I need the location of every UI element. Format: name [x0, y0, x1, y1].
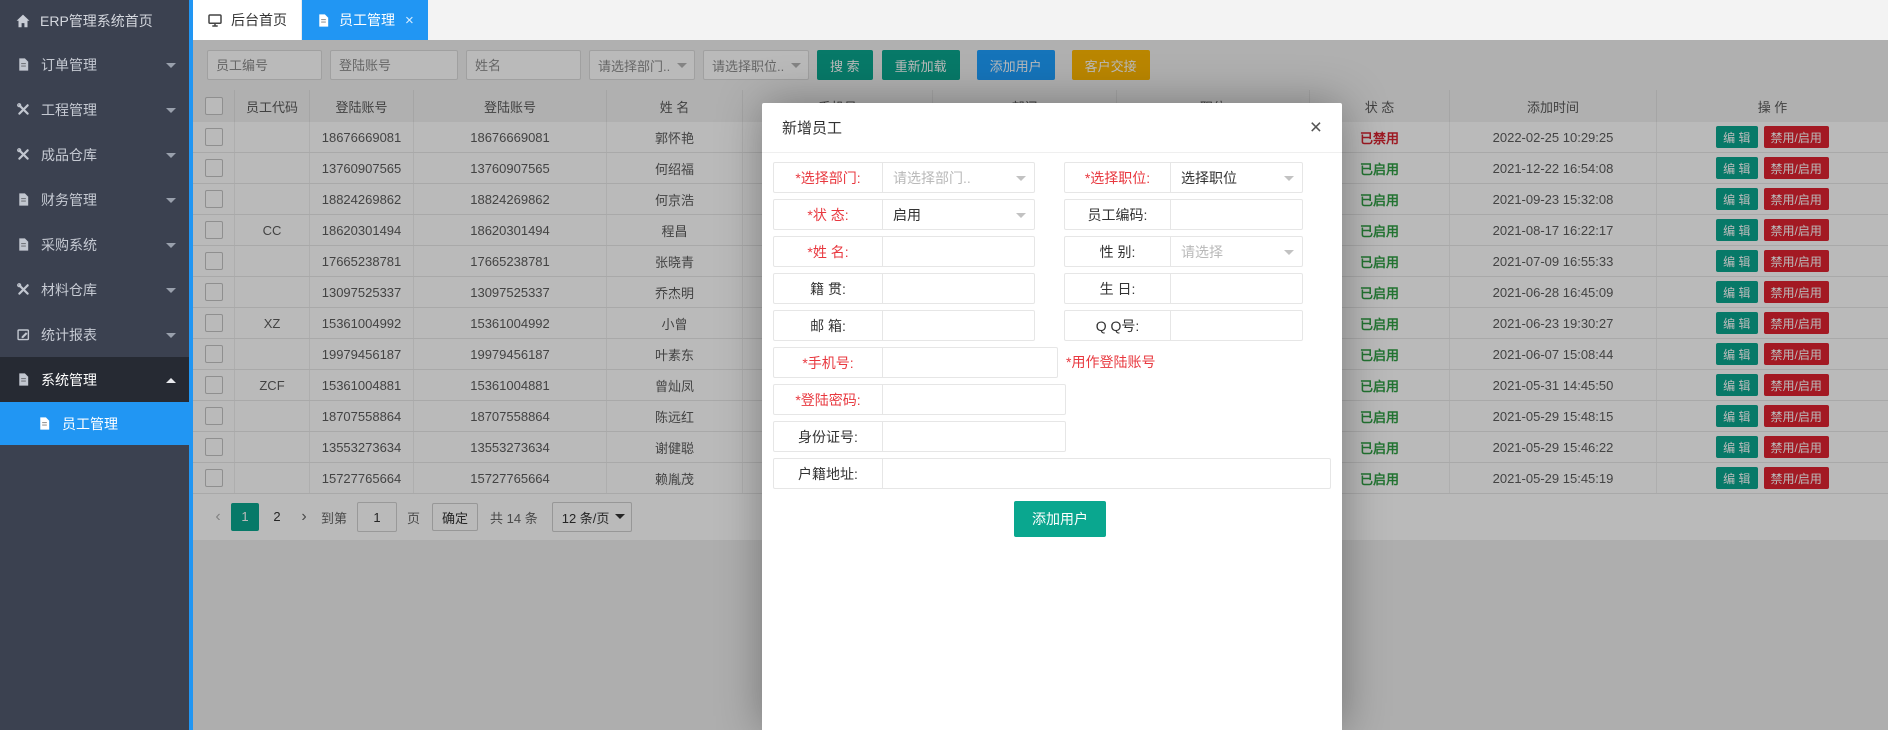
sidebar-item-2[interactable]: 成品仓库	[0, 132, 189, 177]
chevron-down-icon	[166, 62, 176, 73]
modal-native-field	[882, 273, 1035, 304]
tab-employee-label: 员工管理	[339, 12, 395, 28]
document-icon	[16, 57, 31, 72]
modal-add-user-button[interactable]: 添加用户	[1014, 501, 1106, 537]
sidebar-item-label: 统计报表	[41, 326, 97, 343]
chevron-down-icon	[1016, 213, 1026, 223]
tab-home-label: 后台首页	[231, 12, 287, 28]
sidebar-item-label: 系统管理	[41, 371, 97, 388]
add-employee-modal: 新增员工 × *选择部门: 请选择部门.. *选择职位: 选择职位 *状 态:	[762, 103, 1342, 730]
emp-code-input[interactable]	[1181, 199, 1302, 230]
status-field-label: *状 态:	[773, 199, 883, 230]
modal-birthday-field	[1170, 273, 1303, 304]
email-field-label: 邮 箱:	[773, 310, 883, 341]
sidebar: ERP管理系统首页 订单管理工程管理成品仓库财务管理采购系统材料仓库统计报表系统…	[0, 0, 189, 730]
chevron-down-icon	[1284, 250, 1294, 260]
password-field-label: *登陆密码:	[773, 384, 883, 415]
chevron-down-icon	[166, 287, 176, 298]
modal-qq-field	[1170, 310, 1303, 341]
sidebar-logo[interactable]: ERP管理系统首页	[0, 0, 189, 42]
chevron-down-icon	[166, 197, 176, 208]
edit-icon	[16, 327, 31, 342]
birthday-field-label: 生 日:	[1064, 273, 1171, 304]
document-icon	[37, 416, 52, 431]
sidebar-item-1[interactable]: 工程管理	[0, 87, 189, 132]
sidebar-item-label: 订单管理	[41, 56, 97, 73]
name-field-label: *姓 名:	[773, 236, 883, 267]
sidebar-item-4[interactable]: 采购系统	[0, 222, 189, 267]
password-input[interactable]	[893, 384, 1065, 415]
chevron-down-icon	[166, 332, 176, 343]
tab-bar: 后台首页 员工管理 ×	[193, 0, 1888, 40]
modal-name-input[interactable]	[893, 236, 1034, 267]
modal-password-field	[882, 384, 1066, 415]
modal-body: *选择部门: 请选择部门.. *选择职位: 选择职位 *状 态: 启用 员工编码…	[762, 153, 1342, 537]
sidebar-logo-label: ERP管理系统首页	[40, 13, 153, 29]
app-root: ERP管理系统首页 订单管理工程管理成品仓库财务管理采购系统材料仓库统计报表系统…	[0, 0, 1888, 730]
modal-phone-field	[882, 347, 1058, 378]
native-input[interactable]	[893, 273, 1034, 304]
modal-email-field	[882, 310, 1035, 341]
tab-employee[interactable]: 员工管理 ×	[302, 0, 428, 40]
tools-icon	[16, 282, 31, 297]
sidebar-item-6[interactable]: 统计报表	[0, 312, 189, 357]
sidebar-item-3[interactable]: 财务管理	[0, 177, 189, 222]
sidebar-item-label: 采购系统	[41, 236, 97, 253]
modal-title: 新增员工	[782, 120, 843, 137]
sidebar-item-label: 成品仓库	[41, 146, 97, 163]
emp-code-field-label: 员工编码:	[1064, 199, 1171, 230]
chevron-down-icon	[166, 107, 176, 118]
chevron-down-icon	[166, 152, 176, 163]
sidebar-subitem-label: 员工管理	[62, 415, 118, 432]
tab-close-icon[interactable]: ×	[405, 12, 414, 29]
tools-icon	[16, 147, 31, 162]
phone-note: *用作登陆账号	[1066, 354, 1156, 370]
dept-field-label: *选择部门:	[773, 162, 883, 193]
sidebar-item-label: 财务管理	[41, 191, 97, 208]
qq-input[interactable]	[1181, 310, 1302, 341]
chevron-down-icon	[166, 242, 176, 253]
qq-field-label: Q Q号:	[1064, 310, 1171, 341]
modal-name-field	[882, 236, 1035, 267]
modal-status-select[interactable]: 启用	[882, 199, 1035, 230]
modal-position-select[interactable]: 选择职位	[1170, 162, 1303, 193]
chevron-down-icon	[1284, 176, 1294, 186]
document-icon	[16, 192, 31, 207]
close-icon[interactable]: ×	[1310, 117, 1322, 138]
email-input[interactable]	[893, 310, 1034, 341]
sidebar-item-5[interactable]: 材料仓库	[0, 267, 189, 312]
modal-emp-code-field	[1170, 199, 1303, 230]
sidebar-item-7[interactable]: 系统管理	[0, 357, 189, 402]
document-icon	[16, 372, 31, 387]
modal-dept-select[interactable]: 请选择部门..	[882, 162, 1035, 193]
document-icon	[316, 13, 331, 28]
position-field-label: *选择职位:	[1064, 162, 1171, 193]
id-card-field-label: 身份证号:	[773, 421, 883, 452]
sidebar-item-label: 材料仓库	[41, 281, 97, 298]
phone-input[interactable]	[893, 347, 1057, 378]
modal-id-card-field	[882, 421, 1066, 452]
sidebar-subitem-employee[interactable]: 员工管理	[0, 402, 189, 445]
modal-header: 新增员工 ×	[762, 103, 1342, 153]
sidebar-item-0[interactable]: 订单管理	[0, 42, 189, 87]
tab-home[interactable]: 后台首页	[193, 0, 302, 40]
id-card-input[interactable]	[893, 421, 1065, 452]
modal-gender-select[interactable]: 请选择	[1170, 236, 1303, 267]
native-field-label: 籍 贯:	[773, 273, 883, 304]
tools-icon	[16, 102, 31, 117]
document-icon	[16, 237, 31, 252]
birthday-input[interactable]	[1181, 273, 1302, 304]
address-input[interactable]	[893, 458, 1330, 489]
chevron-up-icon	[166, 373, 176, 383]
address-field-label: 户籍地址:	[773, 458, 883, 489]
chevron-down-icon	[1016, 176, 1026, 186]
gender-field-label: 性 别:	[1064, 236, 1171, 267]
home-icon	[15, 13, 31, 29]
modal-address-field	[882, 458, 1331, 489]
sidebar-item-label: 工程管理	[41, 101, 97, 118]
phone-field-label: *手机号:	[773, 347, 883, 378]
monitor-icon	[207, 12, 223, 28]
